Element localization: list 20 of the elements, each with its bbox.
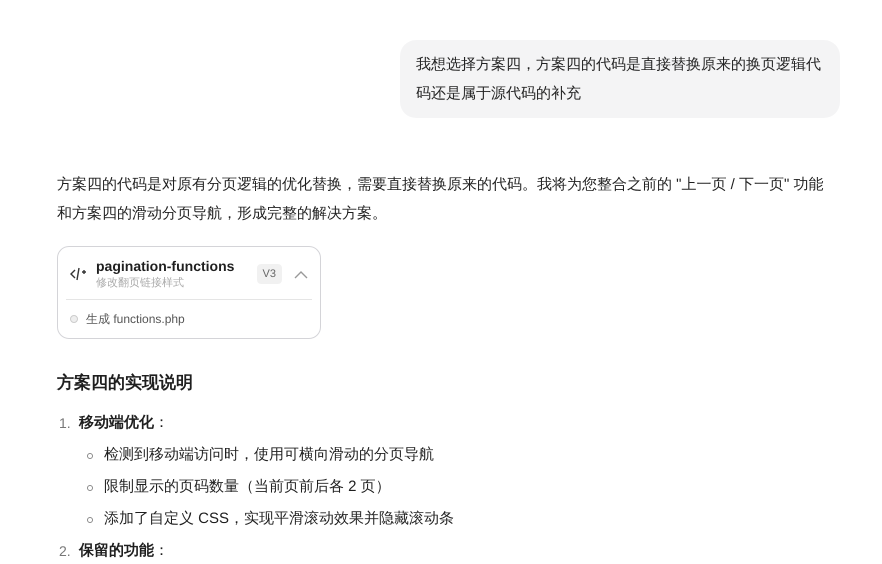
reply-paragraph: 方案四的代码是对原有分页逻辑的优化替换，需要直接替换原来的代码。我将为您整合之前的 "上一页 / 下一页" 功能和方案四的滑动分页导航，形成完整的解决方案。 xyxy=(57,175,824,224)
step-label: 生成 functions.php xyxy=(86,311,185,328)
list-number: 2. xyxy=(59,542,72,561)
artifact-subtitle: 修改翻页链接样式 xyxy=(96,276,185,291)
bullet-icon xyxy=(87,452,93,458)
code-icon xyxy=(70,267,88,281)
artifact-card[interactable]: pagination-functions 修改翻页链接样式 V3 生成 functions.php xyxy=(57,246,321,339)
version-badge: V3 xyxy=(256,264,282,284)
chevron-icon[interactable] xyxy=(294,270,308,278)
bullet-icon xyxy=(87,484,93,490)
list-item-text: 限制显示的页码数量（当前页前后各 2 页） xyxy=(104,477,391,498)
section-heading: 方案四的实现说明 xyxy=(57,372,194,394)
bullet-icon xyxy=(87,516,93,522)
list-item-title: 移动端优化： xyxy=(79,413,169,434)
list-item-text: 检测到移动端访问时，使用可横向滑动的分页导航 xyxy=(104,445,434,466)
artifact-title: pagination-functions xyxy=(96,257,236,275)
list-number: 1. xyxy=(59,414,72,433)
user-message: 我想选择方案四，方案四的代码是直接替换原来的换页逻辑代码还是属于源代码的补充 xyxy=(400,40,840,118)
list-item-text: 添加了自定义 CSS，实现平滑滚动效果并隐藏滚动条 xyxy=(104,509,454,530)
list-item-title: 保留的功能： xyxy=(79,541,169,562)
